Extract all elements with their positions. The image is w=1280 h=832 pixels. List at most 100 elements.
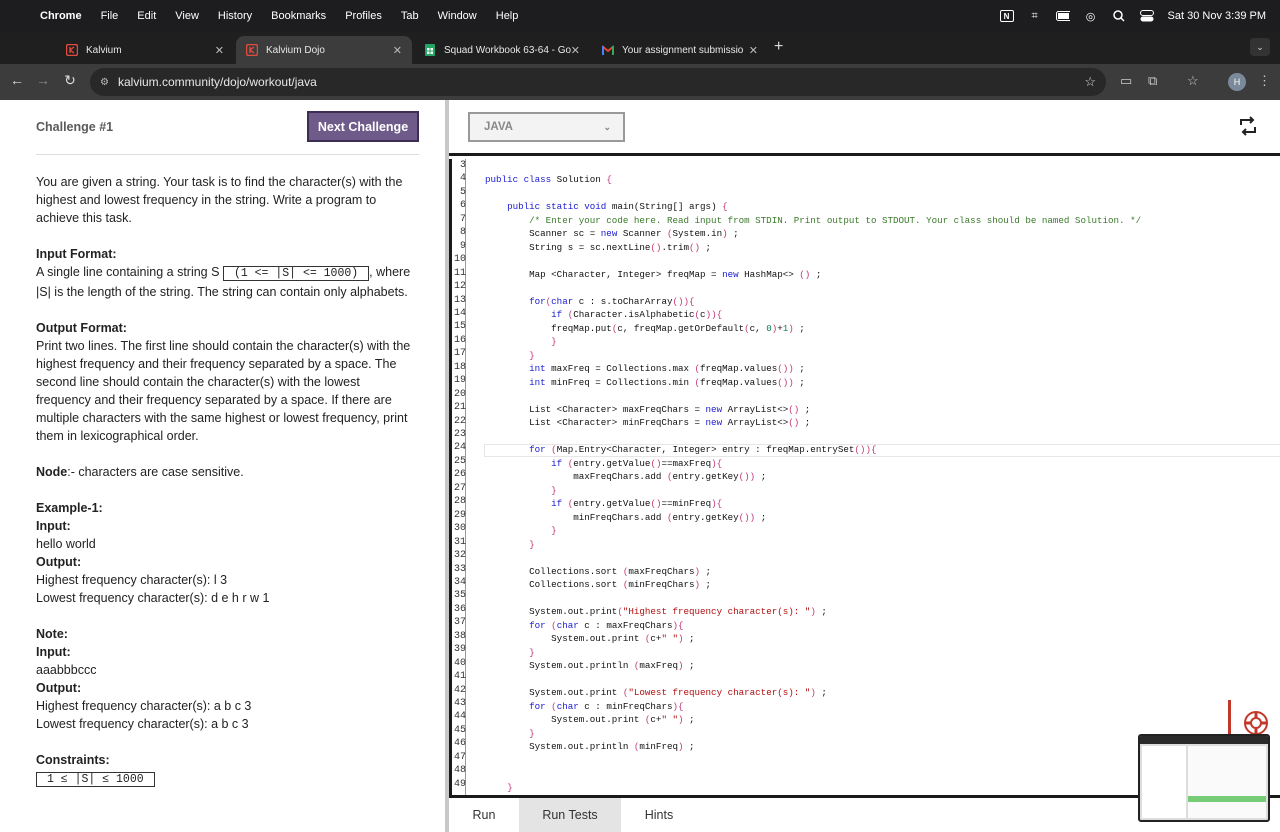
- close-icon[interactable]: ✕: [571, 44, 580, 57]
- screen-capture-icon[interactable]: ⌗: [1028, 10, 1042, 22]
- code-line: for (Map.Entry<Character, Integer> entry…: [529, 444, 877, 455]
- clock[interactable]: Sat 30 Nov 3:39 PM: [1168, 10, 1266, 22]
- tab-kalvium-dojo[interactable]: Kalvium Dojo ✕: [236, 36, 412, 64]
- extensions-icon[interactable]: ⧉: [1148, 73, 1157, 89]
- line-number: 49: [453, 778, 466, 790]
- tab-run[interactable]: Run: [449, 798, 519, 832]
- line-number: 16: [453, 334, 466, 346]
- line-number: 21: [453, 402, 466, 414]
- tab-title: Kalvium Dojo: [266, 44, 325, 56]
- line-number: 45: [453, 724, 466, 736]
- line-number: 13: [453, 294, 466, 306]
- tab-strip: Kalvium ✕ Kalvium Dojo ✕ Squad Workbook …: [0, 32, 1280, 64]
- code-line: }: [551, 485, 557, 496]
- example-input: hello world: [36, 537, 96, 551]
- example-output-label: Output:: [36, 555, 82, 569]
- line-number: 40: [453, 657, 466, 669]
- line-number: 10: [453, 254, 466, 266]
- menu-view[interactable]: View: [175, 10, 199, 22]
- profile-avatar[interactable]: H: [1228, 73, 1246, 91]
- language-select[interactable]: JAVA ⌄: [468, 112, 625, 142]
- line-number: 14: [453, 307, 466, 319]
- menu-file[interactable]: File: [101, 10, 119, 22]
- notion-icon[interactable]: N: [999, 10, 1014, 22]
- kebab-menu-icon[interactable]: ⋮: [1258, 73, 1271, 89]
- code-line: public static void main(String[] args) {: [507, 201, 728, 212]
- close-icon[interactable]: ✕: [393, 44, 402, 57]
- code-line: List <Character> maxFreqChars = new Arra…: [485, 404, 811, 415]
- bookmark-star-icon[interactable]: ☆: [1084, 74, 1096, 90]
- control-center-icon[interactable]: [1139, 10, 1154, 22]
- tab-squad-workbook[interactable]: Squad Workbook 63-64 - Go ✕: [414, 36, 590, 64]
- menu-tab[interactable]: Tab: [401, 10, 419, 22]
- menu-help[interactable]: Help: [496, 10, 519, 22]
- line-number: 19: [453, 375, 466, 387]
- menu-profiles[interactable]: Profiles: [345, 10, 382, 22]
- url-text[interactable]: kalvium.community/dojo/workout/java: [118, 75, 317, 89]
- tab-hints[interactable]: Hints: [621, 798, 697, 832]
- line-number: 11: [453, 267, 466, 279]
- line-number: 12: [453, 281, 466, 293]
- line-number: 47: [453, 751, 466, 763]
- editor-header: JAVA ⌄: [449, 100, 1280, 156]
- code-line: Collections.sort (maxFreqChars) ;: [485, 566, 712, 577]
- code-line: String s = sc.nextLine().trim() ;: [485, 242, 712, 253]
- problem-description: You are given a string. Your task is to …: [36, 173, 416, 789]
- menu-history[interactable]: History: [218, 10, 252, 22]
- note-output-label: Output:: [36, 681, 82, 695]
- code-area[interactable]: public class Solution { public static vo…: [449, 159, 1280, 795]
- site-info-icon[interactable]: ⚙: [100, 77, 109, 88]
- swap-layout-icon[interactable]: [1238, 116, 1258, 136]
- line-number: 5: [459, 186, 466, 198]
- wifi-icon[interactable]: ◎: [1084, 10, 1098, 23]
- code-line: Scanner sc = new Scanner (System.in) ;: [485, 228, 739, 239]
- example-input-label: Input:: [36, 519, 71, 533]
- note-heading: Note:: [36, 627, 68, 641]
- back-arrow-icon[interactable]: ←: [7, 72, 27, 88]
- close-icon[interactable]: ✕: [215, 44, 224, 57]
- tab-search-chevron-icon[interactable]: ⌄: [1250, 38, 1270, 56]
- macos-menubar: Chrome File Edit View History Bookmarks …: [0, 0, 1280, 32]
- search-icon[interactable]: [1112, 10, 1126, 22]
- line-number: 7: [459, 213, 466, 225]
- line-number: 35: [453, 590, 466, 602]
- close-icon[interactable]: ✕: [749, 44, 758, 57]
- line-number: 8: [459, 227, 466, 239]
- code-line: if (entry.getValue()==minFreq){: [551, 498, 723, 509]
- line-number: 39: [453, 644, 466, 656]
- menu-edit[interactable]: Edit: [137, 10, 156, 22]
- next-challenge-button[interactable]: Next Challenge: [307, 111, 419, 142]
- menu-app-name[interactable]: Chrome: [40, 10, 82, 22]
- new-tab-button[interactable]: +: [774, 38, 783, 56]
- tab-kalvium[interactable]: Kalvium ✕: [56, 36, 234, 64]
- kalvium-icon: [246, 44, 258, 56]
- line-number: 42: [453, 684, 466, 696]
- menu-bookmarks[interactable]: Bookmarks: [271, 10, 326, 22]
- screenshot-thumbnail[interactable]: [1138, 734, 1270, 822]
- browser-toolbar: ← → ↻ ⚙ kalvium.community/dojo/workout/j…: [0, 64, 1280, 100]
- code-line: }: [529, 728, 535, 739]
- tab-run-tests[interactable]: Run Tests: [519, 798, 621, 832]
- tab-gmail[interactable]: Your assignment submission ✕: [592, 36, 768, 64]
- menu-window[interactable]: Window: [438, 10, 477, 22]
- code-line: for (char c : minFreqChars){: [529, 701, 684, 712]
- code-line: }: [529, 539, 535, 550]
- output-format-text: Print two lines. The first line should c…: [36, 339, 411, 443]
- line-number: 28: [453, 496, 466, 508]
- code-line: }: [529, 647, 535, 658]
- line-number: 43: [453, 698, 466, 709]
- note-input-label: Input:: [36, 645, 71, 659]
- reload-icon[interactable]: ↻: [60, 72, 80, 89]
- bookmarks-icon[interactable]: ☆: [1187, 73, 1199, 89]
- cast-icon[interactable]: ▭: [1120, 73, 1132, 89]
- code-line: Collections.sort (minFreqChars) ;: [485, 579, 712, 590]
- line-number: 44: [453, 711, 466, 723]
- line-number: 32: [453, 550, 466, 562]
- forward-arrow-icon[interactable]: →: [33, 72, 53, 88]
- code-line: Map <Character, Integer> freqMap = new H…: [485, 269, 822, 280]
- code-line: System.out.print (c+" ") ;: [485, 633, 695, 644]
- line-number: 20: [453, 388, 466, 400]
- constraints-value: 1 ≤ |S| ≤ 1000: [36, 769, 416, 789]
- address-bar[interactable]: ⚙ kalvium.community/dojo/workout/java ☆: [90, 68, 1106, 96]
- battery-icon[interactable]: [1055, 10, 1070, 22]
